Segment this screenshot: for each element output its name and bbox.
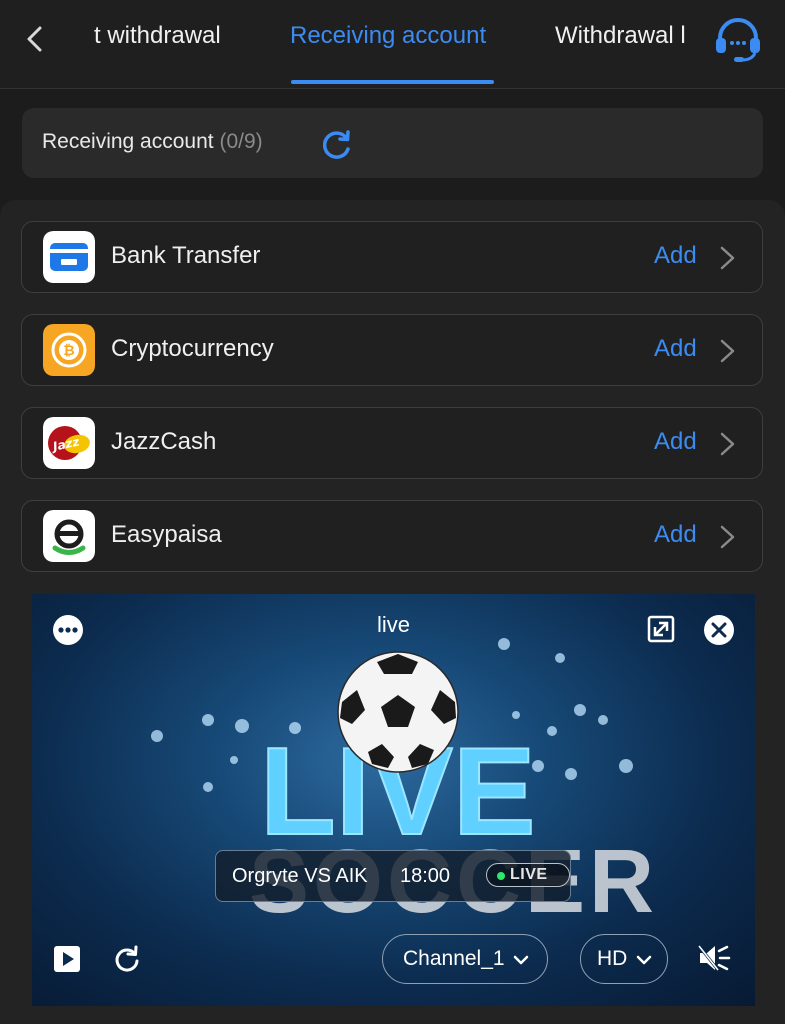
add-button[interactable]: Add <box>654 428 697 456</box>
add-button[interactable]: Add <box>654 335 697 363</box>
chevron-down-icon <box>636 955 652 965</box>
more-icon[interactable] <box>52 614 84 646</box>
mute-icon[interactable] <box>696 942 732 974</box>
svg-text:₿: ₿ <box>63 343 74 359</box>
add-button[interactable]: Add <box>654 242 697 270</box>
top-nav: t withdrawal Receiving account Withdrawa… <box>0 0 785 89</box>
tab-withdrawal-record[interactable]: Withdrawal l <box>555 22 686 50</box>
live-badge: LIVE <box>486 863 570 887</box>
headset-icon[interactable] <box>712 16 764 64</box>
method-easypaisa[interactable]: Easypaisa Add <box>21 500 763 572</box>
replay-icon[interactable] <box>112 944 142 974</box>
back-chevron-icon[interactable] <box>22 24 48 54</box>
chevron-right-icon <box>720 525 735 549</box>
chevron-right-icon <box>720 432 735 456</box>
bank-card-icon <box>43 231 95 283</box>
play-icon[interactable] <box>52 944 82 974</box>
method-jazzcash[interactable]: Jazz JazzCash Add <box>21 407 763 479</box>
account-count: (0/9) <box>219 130 263 153</box>
method-name: Easypaisa <box>111 521 222 548</box>
match-teams: Orgryte VS AIK <box>232 865 368 887</box>
method-name: Bank Transfer <box>111 242 261 269</box>
match-time: 18:00 <box>400 865 451 887</box>
bitcoin-icon: ₿ <box>43 324 95 376</box>
method-cryptocurrency[interactable]: ₿ Cryptocurrency Add <box>21 314 763 386</box>
tab-receiving-account[interactable]: Receiving account <box>290 22 486 50</box>
add-button[interactable]: Add <box>654 521 697 549</box>
live-badge-text: LIVE <box>510 866 548 883</box>
method-name: Cryptocurrency <box>111 335 274 362</box>
close-icon[interactable] <box>703 614 735 646</box>
live-dot <box>497 872 505 880</box>
active-tab-indicator <box>291 80 494 84</box>
method-name: JazzCash <box>111 428 217 455</box>
tab-withdrawal[interactable]: t withdrawal <box>94 22 221 50</box>
channel-select[interactable]: Channel_1 <box>382 934 548 984</box>
receiving-account-summary: Receiving account (0/9) <box>22 108 763 178</box>
quality-select[interactable]: HD <box>580 934 668 984</box>
chevron-right-icon <box>720 246 735 270</box>
live-video-player[interactable]: SOCCER LIVE live Orgryte VS AIK 18:00 <box>32 594 755 1006</box>
summary-label: Receiving account <box>42 130 214 153</box>
refresh-icon[interactable] <box>320 127 354 161</box>
chevron-down-icon <box>513 955 529 965</box>
match-info: Orgryte VS AIK 18:00 LIVE <box>215 850 571 902</box>
jazzcash-logo: Jazz <box>43 417 95 469</box>
expand-icon[interactable] <box>646 614 676 644</box>
chevron-right-icon <box>720 339 735 363</box>
soccer-ball-icon <box>337 651 459 773</box>
channel-label: Channel_1 <box>403 947 505 970</box>
easypaisa-logo <box>43 510 95 562</box>
method-bank-transfer[interactable]: Bank Transfer Add <box>21 221 763 293</box>
quality-label: HD <box>597 947 628 970</box>
